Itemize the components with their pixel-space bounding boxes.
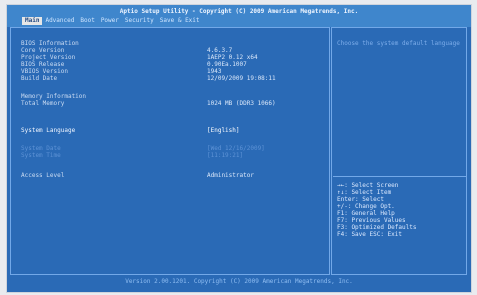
- key-select-screen: →←: Select Screen: [337, 182, 399, 189]
- key-legend: →←: Select Screen ↑↓: Select Item Enter:…: [337, 182, 416, 238]
- tab-security[interactable]: Security: [122, 17, 157, 25]
- total-memory-value: 1024 MB (DDR3 1066): [207, 100, 276, 107]
- total-memory-label: Total Memory: [21, 100, 65, 107]
- access-level-label: Access Level: [21, 172, 65, 179]
- title-bar: Aptio Setup Utility - Copyright (C) 2009…: [7, 5, 471, 27]
- tab-bar: Main Advanced Boot Power Security Save &…: [22, 17, 203, 25]
- tab-advanced[interactable]: Advanced: [42, 17, 77, 25]
- window-title: Aptio Setup Utility - Copyright (C) 2009…: [119, 8, 359, 15]
- vbios-version-label: VBIOS Version: [21, 68, 68, 75]
- key-previous-values: F7: Previous Values: [337, 217, 406, 224]
- build-date-value: 12/09/2009 19:08:11: [207, 75, 276, 82]
- bios-information-heading: BIOS Information: [21, 40, 79, 47]
- version-copyright-text: Version 2.00.1201. Copyright (C) 2009 Am…: [125, 278, 353, 285]
- settings-panel: BIOS Information Core Version 4.6.3.7 Pr…: [10, 27, 330, 275]
- access-level-value: Administrator: [207, 172, 254, 179]
- system-date-value[interactable]: [Wed 12/16/2009]: [207, 145, 265, 152]
- item-help-text: Choose the system default language: [337, 40, 460, 47]
- tab-power[interactable]: Power: [98, 17, 122, 25]
- tab-save-exit[interactable]: Save & Exit: [157, 17, 203, 25]
- help-panel: Choose the system default language →←: S…: [331, 27, 467, 275]
- system-language-value[interactable]: [English]: [207, 127, 240, 134]
- core-version-label: Core Version: [21, 47, 65, 54]
- system-language-label: System Language: [21, 127, 76, 134]
- key-enter-select: Enter: Select: [337, 196, 384, 203]
- bios-release-label: BIOS Release: [21, 61, 65, 68]
- bios-screen: Aptio Setup Utility - Copyright (C) 2009…: [7, 5, 471, 292]
- system-time-label: System Time: [21, 152, 61, 159]
- tab-main[interactable]: Main: [22, 17, 43, 25]
- key-optimized-defaults: F3: Optimized Defaults: [337, 224, 417, 231]
- key-select-item: ↑↓: Select Item: [337, 189, 392, 196]
- tab-boot[interactable]: Boot: [77, 17, 97, 25]
- key-save-exit: F4: Save ESC: Exit: [337, 231, 403, 238]
- help-panel-divider: [333, 176, 466, 177]
- project-version-label: Project Version: [21, 54, 76, 61]
- system-date-label: System Date: [21, 145, 61, 152]
- core-version-value: 4.6.3.7: [207, 47, 233, 54]
- status-footer: Version 2.00.1201. Copyright (C) 2009 Am…: [7, 277, 471, 292]
- system-time-value[interactable]: [11:19:21]: [207, 152, 243, 159]
- memory-information-heading: Memory Information: [21, 93, 87, 100]
- key-general-help: F1: General Help: [337, 210, 395, 217]
- build-date-label: Build Date: [21, 75, 58, 82]
- bios-release-value: 0.90Ea.1007: [207, 61, 247, 68]
- key-change-option: +/-: Change Opt.: [337, 203, 395, 210]
- vbios-version-value: 1943: [207, 68, 222, 75]
- project-version-value: 1AEP2 0.12 x64: [207, 54, 258, 61]
